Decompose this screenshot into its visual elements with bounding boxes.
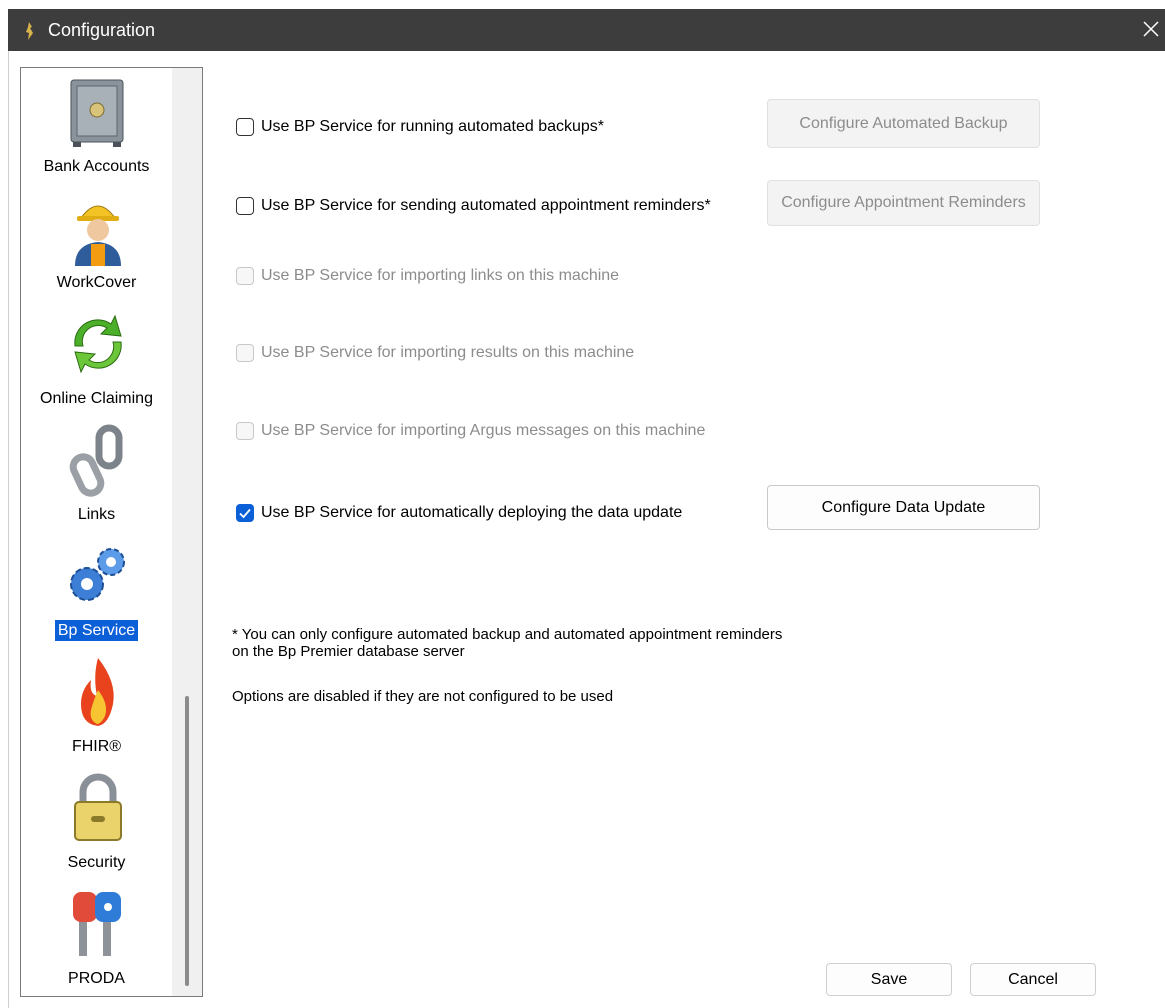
cancel-button[interactable]: Cancel <box>970 963 1096 996</box>
sidebar-item-label: WorkCover <box>56 274 137 291</box>
save-button[interactable]: Save <box>826 963 952 996</box>
scrollbar-thumb[interactable] <box>185 696 189 986</box>
sidebar-item-proda[interactable]: PRODA <box>21 880 172 996</box>
padlock-icon <box>74 773 122 841</box>
title-bar: Configuration <box>8 9 1165 51</box>
sidebar-item-label: Bank Accounts <box>43 158 150 175</box>
safe-icon <box>70 79 124 147</box>
sidebar-item-label: Security <box>67 854 126 871</box>
keys-icon <box>73 892 121 956</box>
checkbox-appointment-reminders[interactable] <box>236 197 254 215</box>
checkbox-data-update[interactable] <box>236 504 254 522</box>
sidebar-item-label: Links <box>77 506 116 523</box>
sidebar-item-online-claiming[interactable]: Online Claiming <box>21 300 172 416</box>
checkmark-icon <box>239 508 251 519</box>
checkbox-importing-argus[interactable] <box>236 422 254 440</box>
configure-appointment-reminders-button[interactable]: Configure Appointment Reminders <box>767 180 1040 226</box>
sidebar-item-workcover[interactable]: WorkCover <box>21 184 172 300</box>
sidebar-item-links[interactable]: Links <box>21 416 172 532</box>
checkbox-importing-results[interactable] <box>236 344 254 362</box>
sidebar-item-security[interactable]: Security <box>21 764 172 880</box>
sidebar: Bank Accounts WorkCover Online Claiming … <box>20 67 203 997</box>
configure-automated-backup-button[interactable]: Configure Automated Backup <box>767 99 1040 148</box>
gears-icon <box>70 548 125 601</box>
sidebar-item-label: PRODA <box>68 970 125 987</box>
flame-icon <box>81 658 114 726</box>
note-configure-server: * You can only configure automated backu… <box>232 626 783 660</box>
sidebar-item-bp-service[interactable]: Bp Service <box>21 532 172 648</box>
app-logo-icon <box>26 22 33 40</box>
checkbox-importing-links[interactable] <box>236 267 254 285</box>
sidebar-item-label: FHIR® <box>71 738 122 755</box>
chain-link-icon <box>69 424 123 497</box>
sidebar-item-label: Online Claiming <box>40 390 153 407</box>
recycle-arrows-icon <box>74 314 122 374</box>
close-icon[interactable] <box>1139 17 1163 41</box>
configure-data-update-button[interactable]: Configure Data Update <box>767 485 1040 530</box>
sidebar-item-bank-accounts[interactable]: Bank Accounts <box>21 68 172 184</box>
checkbox-automated-backups[interactable] <box>236 118 254 136</box>
sidebar-item-label: Bp Service <box>53 619 140 642</box>
note-options-disabled: Options are disabled if they are not con… <box>232 688 614 705</box>
window-title: Configuration <box>48 20 156 40</box>
worker-icon <box>75 205 121 266</box>
sidebar-item-fhir[interactable]: FHIR® <box>21 648 172 764</box>
